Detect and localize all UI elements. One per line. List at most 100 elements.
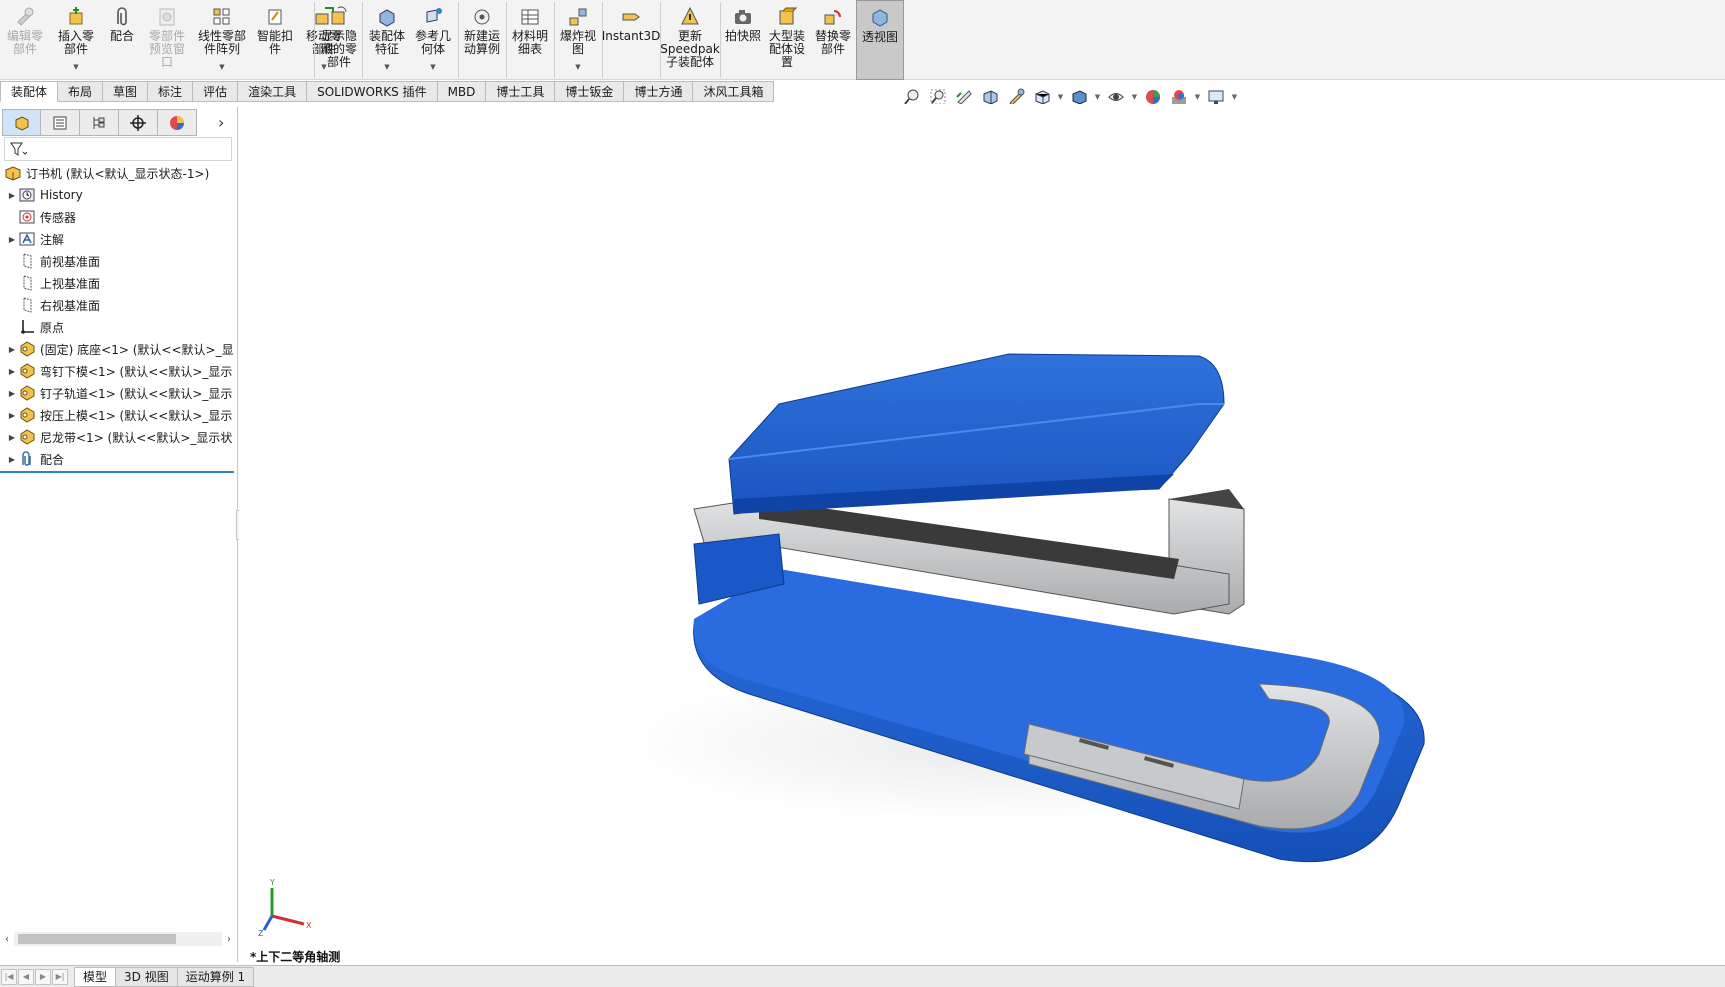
assembly-icon (5, 166, 21, 181)
expand-arrow-icon[interactable]: ▶ (6, 235, 18, 244)
tree-item-component[interactable]: ▶ 按压上模<1> (默认<<默认>_显示 (0, 404, 236, 426)
tab-feature-manager[interactable] (2, 109, 41, 136)
tree-item-top-plane[interactable]: 上视基准面 (0, 272, 236, 294)
tab-dimxpert-manager[interactable] (119, 109, 158, 136)
sensor-icon (19, 210, 35, 224)
tree-item-component[interactable]: ▶ 钉子轨道<1> (默认<<默认>_显示 (0, 382, 236, 404)
tree-item-history[interactable]: ▶ History (0, 184, 236, 206)
tab-mufeng-toolbox[interactable]: 沐风工具箱 (693, 81, 775, 102)
graphics-area[interactable] (239, 104, 1725, 962)
chevron-down-icon[interactable]: ▼ (384, 61, 389, 74)
replace-components-button[interactable]: 替换零 部件 (810, 0, 856, 80)
coordinate-triad: Y X Z (258, 878, 312, 936)
chevron-down-icon[interactable]: ▼ (219, 61, 224, 74)
history-icon (19, 188, 35, 202)
exploded-view-button[interactable]: 爆炸视 图 ▼ (556, 0, 600, 80)
tree-item-component[interactable]: ▶ (固定) 底座<1> (默认<<默认>_显 (0, 338, 236, 360)
instant3d-button[interactable]: Instant3D (602, 0, 660, 80)
expand-arrow-icon[interactable]: ▶ (6, 191, 18, 200)
tab-mbd[interactable]: MBD (437, 81, 487, 102)
chevron-down-icon[interactable]: ▼ (575, 61, 580, 74)
tab-display-manager[interactable] (158, 109, 197, 136)
tab-motion-study[interactable]: 运动算例 1 (177, 966, 255, 987)
configuration-manager-icon (93, 116, 105, 129)
tree-item-front-plane[interactable]: 前视基准面 (0, 250, 236, 272)
tree-root-assembly[interactable]: 订书机 (默认<默认_显示状态-1>) (0, 162, 236, 184)
chevron-down-icon[interactable]: ▼ (1130, 93, 1139, 101)
snapshot-button[interactable]: 拍快照 (722, 0, 764, 80)
tab-evaluate[interactable]: 评估 (193, 81, 239, 102)
mate-button[interactable]: 配合 (102, 0, 142, 80)
command-manager-tabs: 装配体 布局 草图 标注 评估 渲染工具 SOLIDWORKS 插件 MBD 博… (0, 81, 775, 103)
scroll-thumb[interactable] (18, 934, 176, 944)
mates-icon (22, 451, 31, 466)
update-speedpak-button[interactable]: 更新 Speedpak 子装配体 (660, 0, 720, 80)
tree-item-sensors[interactable]: 传感器 (0, 206, 236, 228)
chevron-right-icon[interactable]: › (218, 113, 224, 132)
tab-property-manager[interactable] (41, 109, 80, 136)
reference-geometry-button[interactable]: 参考几 何体 ▼ (410, 0, 456, 80)
rollback-bar[interactable] (0, 471, 234, 473)
smart-fasteners-button[interactable]: 智能扣 件 (252, 0, 298, 80)
tab-sketch[interactable]: 草图 (103, 81, 149, 102)
chevron-down-icon[interactable]: ▼ (1093, 93, 1102, 101)
tab-model[interactable]: 模型 (74, 966, 117, 987)
expand-arrow-icon[interactable]: ▶ (6, 433, 18, 442)
expand-arrow-icon[interactable]: ▶ (6, 345, 18, 354)
view-orientation-label: *上下二等角轴测 (250, 950, 341, 964)
insert-component-button[interactable]: 插入零 部件 ▼ (50, 0, 102, 80)
horizontal-scrollbar[interactable]: ‹ › (0, 931, 236, 947)
triad-y-label: Y (269, 878, 275, 887)
tree-filter[interactable] (4, 137, 232, 161)
command-manager-ribbon: 编辑零 部件 插入零 部件 ▼ 配合 零部件 预览窗 口 线性零部 件阵列 ▼ … (0, 0, 1725, 80)
show-hidden-components-button[interactable]: 显示隐 藏的零 部件 (318, 0, 360, 80)
edit-component-button[interactable]: 编辑零 部件 (0, 0, 50, 80)
expand-arrow-icon[interactable]: ▶ (6, 367, 18, 376)
component-preview-button[interactable]: 零部件 预览窗 口 (142, 0, 192, 80)
feature-manager-icon (15, 115, 28, 131)
tree-item-annotations[interactable]: ▶ 注解 (0, 228, 236, 250)
tab-layout[interactable]: 布局 (58, 81, 104, 102)
tab-solidworks-addins[interactable]: SOLIDWORKS 插件 (307, 81, 438, 102)
expand-arrow-icon[interactable]: ▶ (6, 389, 18, 398)
transparent-view-button[interactable]: 透视图 (856, 0, 904, 80)
tab-3d-view[interactable]: 3D 视图 (116, 966, 178, 987)
last-tab-icon[interactable]: ▶| (52, 968, 68, 985)
tree-item-origin[interactable]: 原点 (0, 316, 236, 338)
chevron-down-icon[interactable]: ▼ (73, 61, 78, 74)
chevron-down-icon[interactable]: ▼ (1193, 93, 1202, 101)
next-tab-icon[interactable]: ▶ (35, 968, 51, 985)
plane-icon (23, 297, 32, 313)
expand-arrow-icon[interactable]: ▶ (6, 411, 18, 420)
part-icon (20, 341, 35, 357)
tab-boshi-tools[interactable]: 博士工具 (486, 81, 556, 102)
tab-render-tools[interactable]: 渲染工具 (238, 81, 308, 102)
chevron-down-icon[interactable]: ▼ (430, 61, 435, 74)
triad-z-label: Z (258, 929, 264, 936)
chevron-down-icon[interactable]: ▼ (1056, 93, 1065, 101)
tab-assembly[interactable]: 装配体 (0, 81, 59, 102)
chevron-down-icon[interactable]: ▼ (1230, 93, 1239, 101)
bom-button[interactable]: 材料明 细表 (508, 0, 552, 80)
tab-boshi-sheetmetal[interactable]: 博士钣金 (555, 81, 625, 102)
camera-icon (735, 10, 751, 24)
stapler-model[interactable] (239, 104, 1725, 962)
large-assembly-settings-button[interactable]: 大型装 配体设 置 (764, 0, 810, 80)
tab-configuration-manager[interactable] (80, 109, 119, 136)
tab-boshi-tube[interactable]: 博士方通 (624, 81, 694, 102)
scroll-left-icon[interactable]: ‹ (0, 934, 14, 945)
new-motion-study-button[interactable]: 新建运 动算例 (460, 0, 504, 80)
tree-item-mates[interactable]: ▶ 配合 (0, 448, 236, 470)
scroll-right-icon[interactable]: › (222, 934, 236, 945)
reference-geometry-icon (426, 8, 442, 23)
tab-markup[interactable]: 标注 (148, 81, 194, 102)
tree-item-component[interactable]: ▶ 弯钉下模<1> (默认<<默认>_显示 (0, 360, 236, 382)
first-tab-icon[interactable]: |◀ (1, 968, 17, 985)
previous-tab-icon[interactable]: ◀ (18, 968, 34, 985)
expand-arrow-icon[interactable]: ▶ (6, 455, 18, 464)
linear-pattern-button[interactable]: 线性零部 件阵列 ▼ (192, 0, 252, 80)
assembly-features-button[interactable]: 装配体 特征 ▼ (364, 0, 410, 80)
tree-item-component[interactable]: ▶ 尼龙带<1> (默认<<默认>_显示状 (0, 426, 236, 448)
smart-fastener-icon (268, 9, 282, 25)
tree-item-right-plane[interactable]: 右视基准面 (0, 294, 236, 316)
